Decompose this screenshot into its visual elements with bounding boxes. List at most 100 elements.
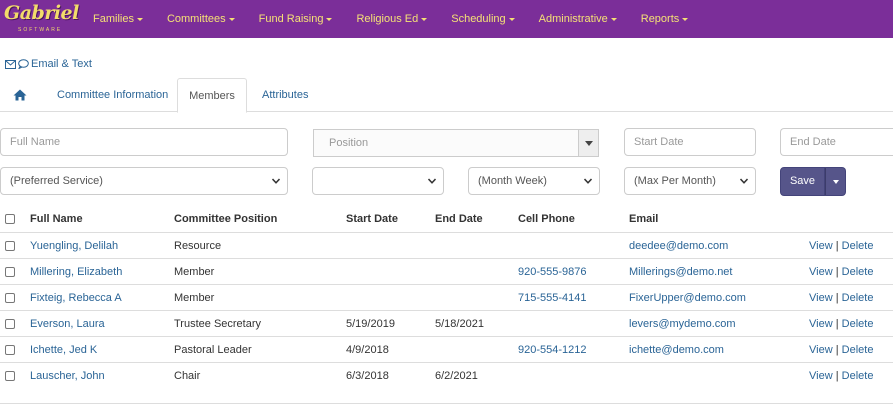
table-row: Millering, Elizabeth Member 920-555-9876…	[0, 258, 893, 284]
col-committee-position[interactable]: Committee Position	[174, 206, 277, 232]
row-actions: View | Delete	[809, 285, 873, 311]
cell-phone-link[interactable]: 920-554-1212	[518, 337, 587, 363]
caret-down-icon	[682, 17, 689, 21]
row-checkbox[interactable]	[5, 371, 15, 381]
save-button-group: Save	[780, 167, 846, 196]
caret-down-icon	[508, 17, 515, 21]
table-row: Yuengling, Delilah Resource deedee@demo.…	[0, 232, 893, 258]
table-header-row: Full Name Committee Position Start Date …	[0, 206, 893, 232]
col-full-name[interactable]: Full Name	[30, 206, 83, 232]
start-date: 6/3/2018	[346, 370, 389, 382]
view-link[interactable]: View	[809, 292, 833, 304]
chat-icon	[18, 59, 29, 69]
cell-phone-link[interactable]: 715-555-4141	[518, 285, 587, 311]
view-link[interactable]: View	[809, 370, 833, 382]
delete-link[interactable]: Delete	[842, 240, 874, 252]
envelope-icon	[5, 59, 16, 69]
menu-committees[interactable]: Committees	[167, 13, 235, 25]
view-link[interactable]: View	[809, 344, 833, 356]
full-name-input[interactable]: Full Name	[0, 128, 288, 156]
committee-position: Resource	[174, 240, 222, 252]
delete-link[interactable]: Delete	[842, 266, 874, 278]
position-placeholder: Position	[329, 137, 369, 149]
email-link[interactable]: Millerings@demo.net	[629, 259, 733, 285]
top-navbar: Gabriel SOFTWARE Families Committees Fun…	[0, 0, 893, 38]
email-link[interactable]: levers@mydemo.com	[629, 311, 736, 337]
menu-religious-ed[interactable]: Religious Ed	[356, 13, 428, 25]
member-name-link[interactable]: Fixteig, Rebecca A	[30, 285, 122, 311]
save-button[interactable]: Save	[780, 167, 825, 196]
start-date-input[interactable]: Start Date	[624, 128, 756, 156]
row-checkbox[interactable]	[5, 345, 15, 355]
month-week-select[interactable]: (Month Week)	[468, 167, 600, 195]
table-row: Everson, Laura Trustee Secretary 5/19/20…	[0, 310, 893, 336]
email-and-text-link[interactable]: Email & Text	[5, 58, 92, 70]
chevron-down-icon	[584, 178, 592, 184]
tab-home[interactable]	[8, 78, 32, 112]
chevron-down-icon	[428, 178, 436, 184]
email-link[interactable]: FixerUpper@demo.com	[629, 285, 746, 311]
member-name-link[interactable]: Millering, Elizabeth	[30, 259, 122, 285]
member-name-link[interactable]: Ichette, Jed K	[30, 337, 97, 363]
position-select[interactable]: Position	[313, 129, 599, 157]
tab-members[interactable]: Members	[177, 78, 247, 113]
start-date: 4/9/2018	[346, 344, 389, 356]
menu-families[interactable]: Families	[93, 13, 143, 25]
main-menu: Families Committees Fund Raising Religio…	[93, 0, 712, 38]
logo-tagline: SOFTWARE	[18, 27, 63, 33]
start-date: 5/19/2019	[346, 318, 395, 330]
committee-position: Trustee Secretary	[174, 318, 262, 330]
delete-link[interactable]: Delete	[842, 318, 874, 330]
select-all-checkbox[interactable]	[5, 214, 15, 224]
end-date: 5/18/2021	[435, 318, 484, 330]
row-checkbox[interactable]	[5, 267, 15, 277]
chevron-down-icon	[272, 178, 280, 184]
email-link[interactable]: deedee@demo.com	[629, 233, 728, 259]
cell-phone-link[interactable]: 920-555-9876	[518, 259, 587, 285]
end-date: 6/2/2021	[435, 370, 478, 382]
col-cell-phone[interactable]: Cell Phone	[518, 206, 575, 232]
table-row: Lauscher, John Chair 6/3/2018 6/2/2021 V…	[0, 362, 893, 388]
view-link[interactable]: View	[809, 318, 833, 330]
delete-link[interactable]: Delete	[842, 370, 874, 382]
menu-administrative[interactable]: Administrative	[539, 13, 617, 25]
save-dropdown-toggle[interactable]	[825, 167, 846, 196]
row-actions: View | Delete	[809, 311, 873, 337]
menu-reports[interactable]: Reports	[641, 13, 689, 25]
preferred-service-value: (Preferred Service)	[10, 175, 103, 187]
caret-down-icon	[326, 17, 333, 21]
row-checkbox[interactable]	[5, 319, 15, 329]
col-start-date[interactable]: Start Date	[346, 206, 398, 232]
menu-scheduling[interactable]: Scheduling	[451, 13, 515, 25]
col-email[interactable]: Email	[629, 206, 658, 232]
delete-link[interactable]: Delete	[842, 292, 874, 304]
row-actions: View | Delete	[809, 337, 873, 363]
preferred-service-select[interactable]: (Preferred Service)	[0, 167, 288, 195]
position-dropdown-arrow-icon[interactable]	[578, 130, 598, 156]
home-icon	[13, 89, 27, 101]
caret-down-icon	[610, 17, 617, 21]
row-actions: View | Delete	[809, 233, 873, 259]
max-per-month-select[interactable]: (Max Per Month)	[624, 167, 756, 195]
view-link[interactable]: View	[809, 240, 833, 252]
table-row: Fixteig, Rebecca A Member 715-555-4141 F…	[0, 284, 893, 310]
view-link[interactable]: View	[809, 266, 833, 278]
row-checkbox[interactable]	[5, 293, 15, 303]
tab-attributes[interactable]: Attributes	[262, 78, 308, 112]
member-name-link[interactable]: Lauscher, John	[30, 363, 105, 389]
menu-fund-raising[interactable]: Fund Raising	[259, 13, 333, 25]
member-name-link[interactable]: Yuengling, Delilah	[30, 233, 118, 259]
row-checkbox[interactable]	[5, 241, 15, 251]
blank-select[interactable]	[312, 167, 444, 195]
col-end-date[interactable]: End Date	[435, 206, 483, 232]
email-link[interactable]: ichette@demo.com	[629, 337, 724, 363]
member-name-link[interactable]: Everson, Laura	[30, 311, 105, 337]
end-date-input[interactable]: End Date	[780, 128, 893, 156]
table-row: Ichette, Jed K Pastoral Leader 4/9/2018 …	[0, 336, 893, 362]
max-per-month-value: (Max Per Month)	[634, 175, 716, 187]
tab-committee-information[interactable]: Committee Information	[57, 78, 168, 112]
logo-wordmark: Gabriel	[4, 2, 79, 24]
committee-position: Member	[174, 266, 215, 278]
gabriel-logo[interactable]: Gabriel SOFTWARE	[4, 2, 79, 36]
delete-link[interactable]: Delete	[842, 344, 874, 356]
